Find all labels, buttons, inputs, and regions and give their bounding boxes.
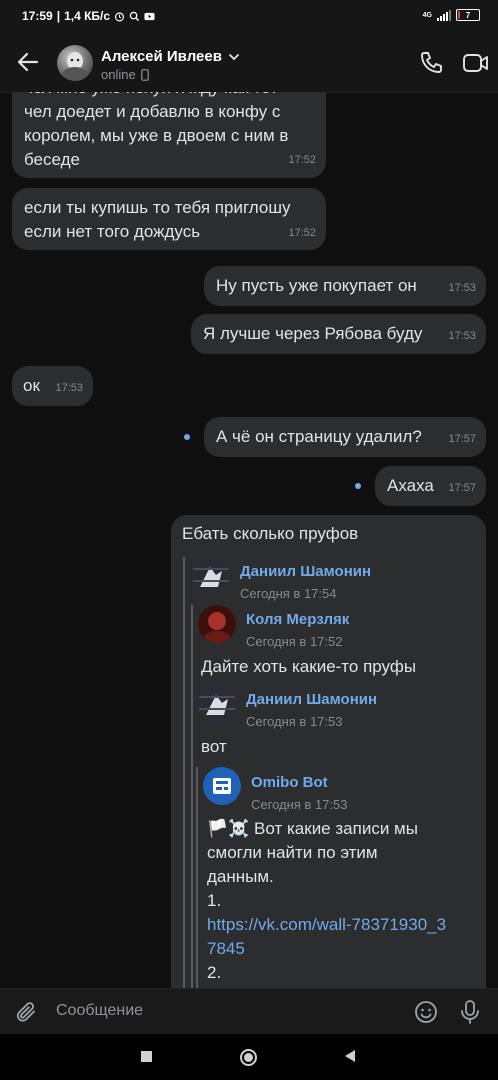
message-text: ок [23,376,40,395]
forward-text-line: смогли найти по этим [207,843,378,862]
message-line: беседе [24,150,80,169]
avatar-image [198,605,236,643]
post-link[interactable]: 7845 [207,937,482,961]
message-text: Я лучше через Рябова буду [203,324,423,343]
incoming-message[interactable]: ок 17:53 [12,366,93,406]
home-button[interactable] [240,1049,257,1066]
paperclip-icon[interactable] [14,1000,38,1024]
contact-avatar[interactable] [57,45,93,81]
outgoing-message[interactable]: Я лучше через Рябова буду 17:53 [191,314,486,354]
incoming-message[interactable]: если ты купишь то тебя приглошу если нет… [12,188,326,250]
message-list[interactable]: чел мне уже похуй я жду как тот чел доед… [0,92,498,988]
message-line: если ты купишь то тебя приглошу [24,198,291,217]
forward-text-block: 🏳️☠️ Вот какие записи мы смогли найти по… [207,817,482,985]
status-speed: 1,4 КБ/с [64,9,111,23]
forward-text-line: данным. [207,867,274,886]
list-number: 1. [207,891,222,910]
outgoing-message[interactable]: А чё он страницу удалил? 17:57 [204,417,486,457]
battery-fill [458,11,460,19]
message-line: чел мне уже похуй я жду как тот [24,92,326,100]
chat-header: Алексей Ивлеев online [0,34,498,93]
message-text: Ебать сколько пруфов [182,524,359,543]
avatar-image [203,767,241,805]
forward-author[interactable]: Даниил Шамонин [240,560,371,584]
status-time: 17:59 [22,9,53,23]
forward-author[interactable]: Omibo Bot [251,771,328,795]
forward-date: Сегодня в 17:52 [246,634,343,649]
phone-icon[interactable] [418,50,444,76]
arrow-left-icon[interactable] [14,48,42,76]
unread-dot [355,483,361,489]
message-time: 17:57 [448,433,476,445]
forward-text: Дайте хоть какие-то пруфы [201,657,417,676]
message-composer: Сообщение [0,988,498,1035]
system-nav-bar [0,1034,498,1080]
forward-date: Сегодня в 17:53 [251,797,348,812]
forward-line [191,605,193,988]
unread-dot [184,434,190,440]
avatar-image [198,685,236,723]
battery-label: 7 [465,10,471,20]
battery-indicator: 7 [456,9,480,21]
message-text: Ну пусть уже покупает он [216,276,417,295]
mobile-device-icon [140,68,149,81]
avatar-image [192,557,230,595]
search-status-icon [129,11,140,21]
message-line: чел доедет и добавлю в конфу с [24,102,281,121]
bot-avatar [203,767,241,805]
message-time: 17:57 [448,482,476,494]
video-camera-icon[interactable] [462,50,490,76]
status-right: 4G 7 [423,9,480,21]
author-avatar [192,557,230,595]
youtube-status-icon [144,12,155,20]
message-line: королем, мы уже в двоем с ним в [24,126,289,145]
forward-date: Сегодня в 17:53 [246,714,343,729]
home-button-inner [244,1053,253,1062]
alarm-icon [115,11,125,21]
contact-status-row: online [101,67,149,82]
message-text: Ахаха [387,476,434,495]
author-avatar [198,685,236,723]
list-number: 2. [207,963,222,982]
author-avatar [198,605,236,643]
recents-button[interactable] [141,1051,152,1062]
chevron-down-icon [229,53,239,60]
message-text: А чё он страницу удалил? [216,427,422,446]
forward-author[interactable]: Даниил Шамонин [246,688,377,712]
forward-text-line: 🏳️☠️ Вот какие записи мы [207,819,418,838]
message-line: если нет того дождусь [24,222,201,241]
post-link[interactable]: https://vk.com/wall-78371930_3 [207,913,482,937]
contact-name-row[interactable]: Алексей Ивлеев [101,48,240,65]
incoming-message[interactable]: чел мне уже похуй я жду как тот чел доед… [12,92,326,178]
avatar-image [62,52,88,81]
signal-icon [437,9,451,21]
forward-author[interactable]: Коля Мерзляк [246,608,349,632]
message-time: 17:53 [55,382,83,394]
contact-name: Алексей Ивлеев [101,48,222,65]
outgoing-message[interactable]: Ну пусть уже покупает он 17:53 [204,266,486,306]
smile-icon[interactable] [414,1000,438,1024]
network-label: 4G [422,11,432,19]
back-nav-icon[interactable] [343,1049,357,1063]
message-input[interactable]: Сообщение [56,1002,143,1020]
outgoing-message[interactable]: Ахаха 17:57 [375,466,486,506]
forward-date: Сегодня в 17:54 [240,586,337,601]
contact-status: online [101,67,136,82]
microphone-icon[interactable] [458,999,482,1025]
status-left: 17:59 | 1,4 КБ/с [22,9,155,23]
forward-line [196,767,198,988]
forward-line [183,557,185,988]
status-bar: 17:59 | 1,4 КБ/с 4G 7 [0,0,498,34]
message-time: 17:52 [288,154,316,166]
forward-text: вот [201,737,227,756]
message-time: 17:53 [448,282,476,294]
outgoing-forwarded-message[interactable]: Ебать сколько пруфов Даниил Шамонин Сего… [171,515,486,988]
message-time: 17:52 [288,227,316,239]
message-time: 17:53 [448,330,476,342]
